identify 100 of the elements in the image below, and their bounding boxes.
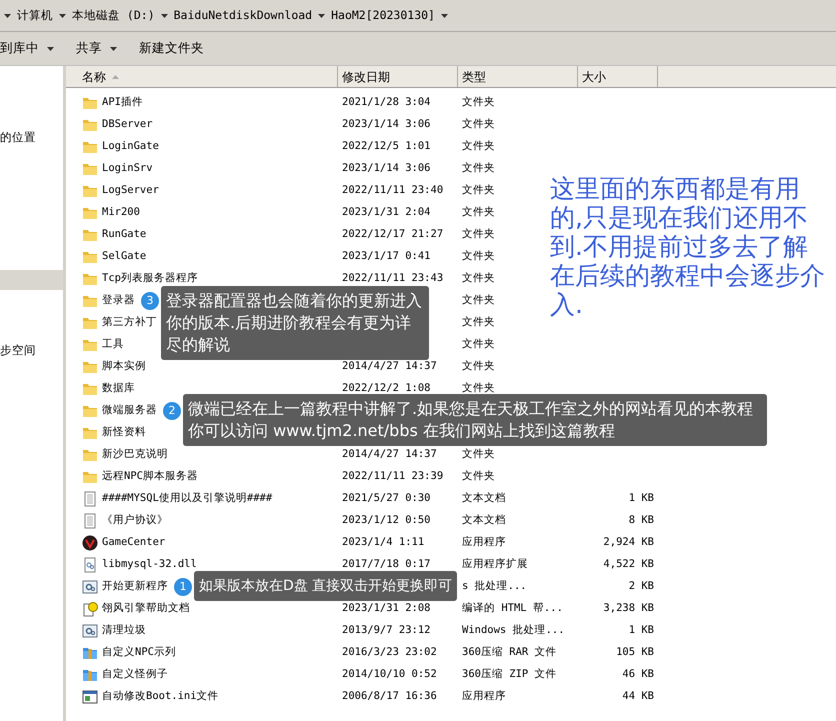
nav-item[interactable]: 的位置 bbox=[0, 128, 63, 148]
file-name[interactable]: RunGate bbox=[102, 227, 146, 243]
breadcrumb-item[interactable]: HaoM2[20230130] bbox=[331, 6, 435, 24]
file-type: 文件夹 bbox=[462, 162, 495, 174]
file-type: Windows 批处理... bbox=[462, 624, 565, 636]
column-header[interactable]: 大小 bbox=[578, 66, 658, 87]
modified-date: 2013/9/7 23:12 bbox=[342, 624, 431, 636]
file-name[interactable]: LoginSrv bbox=[102, 161, 153, 177]
modified-date: 2023/1/31 2:04 bbox=[342, 206, 431, 218]
sort-up-icon bbox=[112, 74, 119, 78]
file-name[interactable]: 远程NPC脚本服务器 bbox=[102, 469, 198, 485]
file-size: 46 KB bbox=[622, 668, 654, 680]
file-type: 文件夹 bbox=[462, 228, 495, 240]
file-name[interactable]: 翎风引擎帮助文档 bbox=[102, 601, 190, 617]
file-name[interactable]: 脚本实例 bbox=[102, 359, 146, 375]
file-name[interactable]: 清理垃圾 bbox=[102, 623, 146, 639]
column-header[interactable]: 类型 bbox=[458, 66, 578, 87]
file-name[interactable]: LogServer bbox=[102, 183, 159, 199]
file-name[interactable]: 自动修改Boot.ini文件 bbox=[102, 689, 219, 705]
file-name[interactable]: SelGate bbox=[102, 249, 146, 265]
caret-icon bbox=[59, 14, 66, 18]
modified-date: 2023/1/4 1:11 bbox=[342, 536, 424, 548]
file-type: 文件夹 bbox=[462, 118, 495, 130]
folder-icon bbox=[82, 425, 98, 441]
file-type: 文件夹 bbox=[462, 140, 495, 152]
file-name[interactable]: 《用户协议》 bbox=[102, 513, 168, 529]
folder-icon bbox=[82, 403, 98, 419]
file-size: 1 KB bbox=[628, 492, 654, 504]
file-type: 文本文档 bbox=[462, 514, 506, 526]
toolbar-button[interactable]: 共享 bbox=[76, 39, 117, 58]
dll-file-icon bbox=[82, 557, 98, 573]
breadcrumb-item[interactable]: 本地磁盘 (D:) bbox=[72, 6, 155, 24]
folder-icon bbox=[82, 381, 98, 397]
caret-icon bbox=[440, 14, 448, 18]
modified-date: 2014/4/27 14:37 bbox=[342, 360, 437, 372]
help-file-icon bbox=[82, 601, 98, 617]
file-type: s 批处理... bbox=[462, 580, 527, 592]
file-name[interactable]: Tcp列表服务器程序 bbox=[102, 271, 198, 287]
file-name[interactable]: 登录器 bbox=[102, 293, 135, 309]
toolbar-button[interactable]: 到库中 bbox=[0, 39, 54, 58]
file-type: 文件夹 bbox=[462, 250, 495, 262]
modified-date: 2014/10/10 0:52 bbox=[342, 668, 437, 680]
file-name[interactable]: 新沙巴克说明 bbox=[102, 447, 168, 463]
file-name[interactable]: 微端服务器 bbox=[102, 403, 157, 419]
file-name[interactable]: ####MYSQL使用以及引擎说明#### bbox=[102, 491, 272, 507]
gear-window-icon bbox=[82, 579, 98, 595]
address-bar[interactable]: 计算机 本地磁盘 (D:) BaiduNetdiskDownload HaoM2[20230130] bbox=[0, 0, 836, 32]
file-type: 文件夹 bbox=[462, 316, 495, 328]
folder-icon bbox=[82, 183, 98, 199]
nav-item[interactable]: 步空间 bbox=[0, 341, 63, 361]
modified-date: 2023/1/12 0:50 bbox=[342, 514, 431, 526]
file-name[interactable]: 自定义怪例子 bbox=[102, 667, 168, 683]
caret-icon bbox=[160, 14, 168, 18]
file-name[interactable]: 数据库 bbox=[102, 381, 135, 397]
file-type: 文件夹 bbox=[462, 338, 495, 350]
file-type: 编译的 HTML 帮... bbox=[462, 602, 563, 614]
app-icon bbox=[82, 535, 98, 551]
file-name[interactable]: 开始更新程序 bbox=[102, 579, 168, 595]
file-name[interactable]: 新怪资料 bbox=[102, 425, 146, 441]
file-name[interactable]: 自定义NPC示列 bbox=[102, 645, 176, 661]
file-name[interactable]: Mir200 bbox=[102, 205, 140, 221]
modified-date: 2022/11/11 23:39 bbox=[342, 470, 444, 482]
callout-tooltip: 微端已经在上一篇教程中讲解了.如果您是在天极工作室之外的网站看见的本教程你可以访问 www.tjm2.net/bbs 在我们网站上找到这篇教程 bbox=[183, 394, 767, 446]
file-type: 文件夹 bbox=[462, 360, 495, 372]
archive-icon bbox=[82, 667, 98, 683]
step-number-badge: 1 bbox=[174, 578, 192, 596]
file-name[interactable]: DBServer bbox=[102, 117, 153, 133]
file-name[interactable]: 工具 bbox=[102, 337, 124, 353]
breadcrumb-item[interactable]: BaiduNetdiskDownload bbox=[174, 6, 312, 24]
file-name[interactable]: 第三方补丁 bbox=[102, 315, 157, 331]
modified-date: 2017/7/18 0:17 bbox=[342, 558, 431, 570]
modified-date: 2022/12/2 1:08 bbox=[342, 382, 431, 394]
breadcrumb-item[interactable]: 计算机 bbox=[17, 6, 53, 24]
file-type: 应用程序扩展 bbox=[462, 558, 528, 570]
file-type: 应用程序 bbox=[462, 690, 506, 702]
folder-icon bbox=[82, 117, 98, 133]
step-number-badge: 2 bbox=[163, 402, 181, 420]
modified-date: 2022/11/11 23:43 bbox=[342, 272, 444, 284]
file-name[interactable]: LoginGate bbox=[102, 139, 159, 155]
file-type: 文件夹 bbox=[462, 470, 495, 482]
nav-item[interactable] bbox=[0, 270, 63, 290]
folder-icon bbox=[82, 447, 98, 463]
callout-tooltip: 如果版本放在D盘 直接双击开始更换即可 bbox=[194, 571, 458, 601]
file-type: 文件夹 bbox=[462, 184, 495, 196]
toolbar-button[interactable]: 新建文件夹 bbox=[139, 39, 204, 58]
file-type: 文件夹 bbox=[462, 272, 495, 284]
column-header[interactable]: 修改日期 bbox=[338, 66, 458, 87]
archive-icon bbox=[82, 645, 98, 661]
file-name[interactable]: GameCenter bbox=[102, 535, 166, 551]
folder-icon bbox=[82, 315, 98, 331]
modified-date: 2022/11/11 23:40 bbox=[342, 184, 444, 196]
column-header[interactable]: 名称 bbox=[66, 66, 338, 87]
file-size: 2 KB bbox=[628, 580, 654, 592]
folder-icon bbox=[82, 293, 98, 309]
file-size: 44 KB bbox=[622, 690, 654, 702]
file-type: 文件夹 bbox=[462, 206, 495, 218]
modified-date: 2023/1/14 3:06 bbox=[342, 162, 431, 174]
file-type: 文件夹 bbox=[462, 294, 495, 306]
file-name[interactable]: API插件 bbox=[102, 95, 143, 111]
file-name[interactable]: libmysql-32.dll bbox=[102, 557, 197, 573]
